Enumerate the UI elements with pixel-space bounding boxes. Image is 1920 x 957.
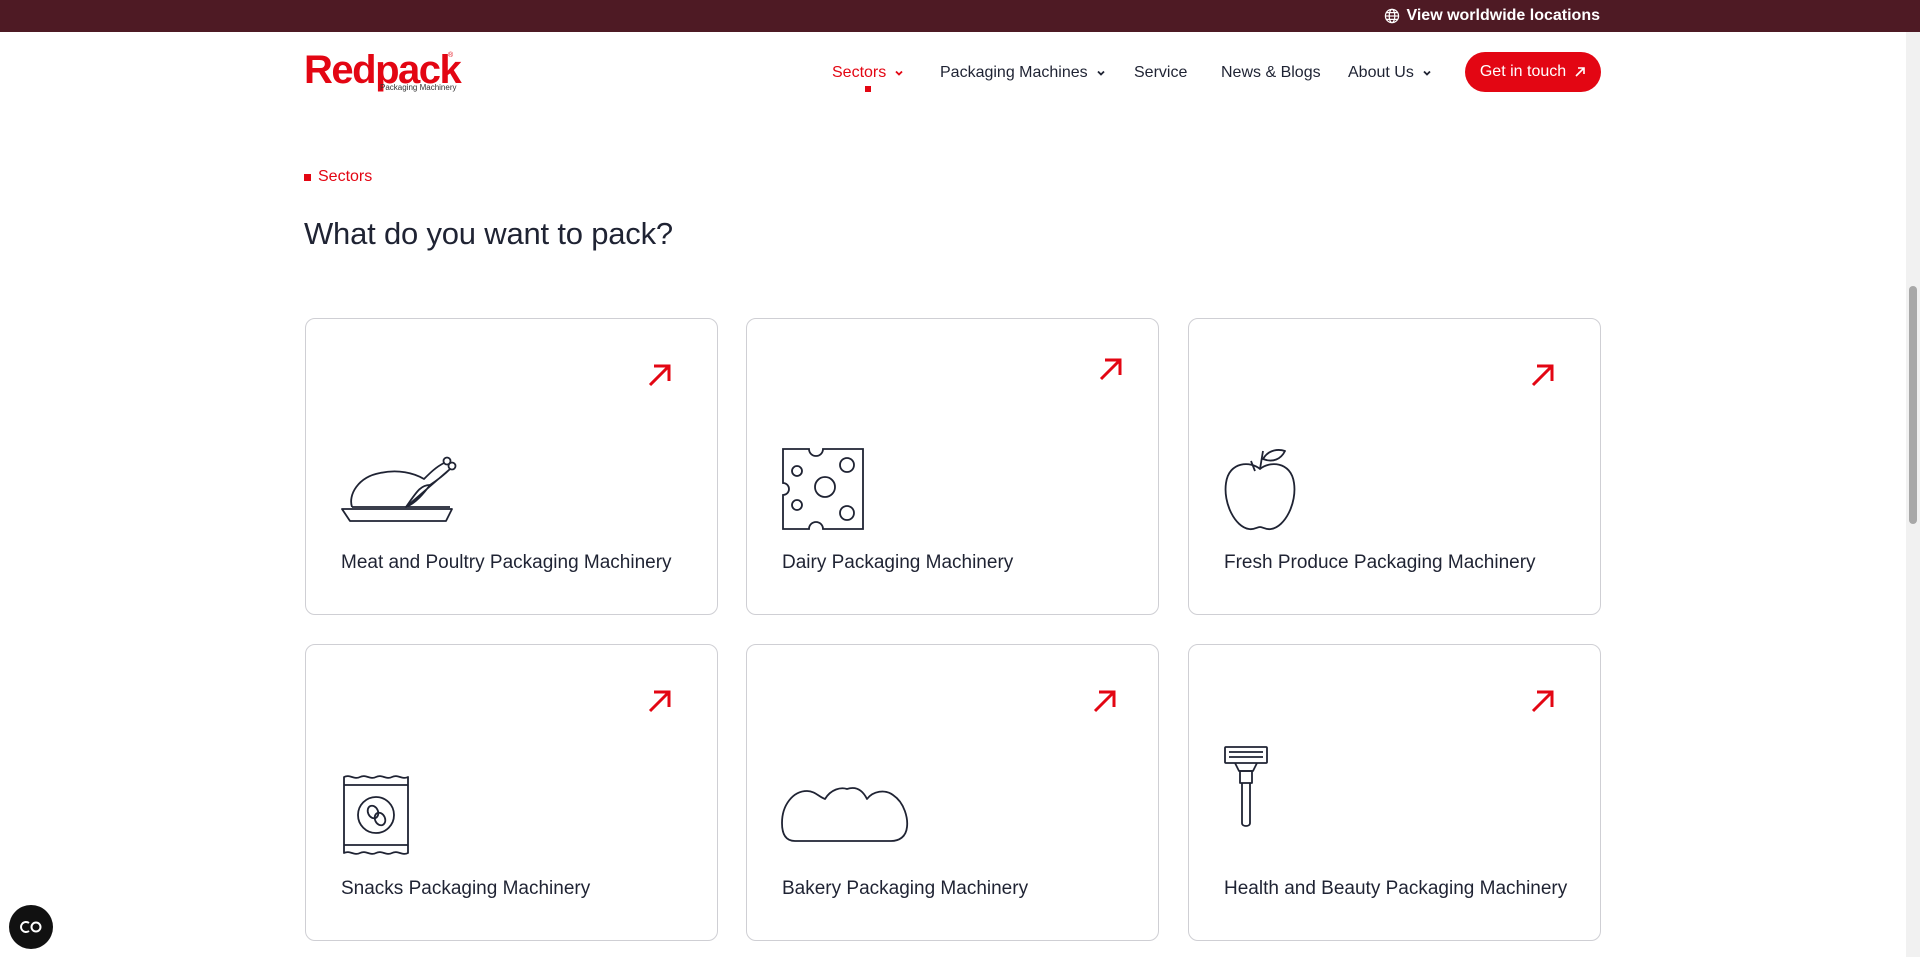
razor-icon [1224, 746, 1268, 827]
sector-card-dairy[interactable]: Dairy Packaging Machinery [746, 318, 1159, 615]
chevron-down-icon [1423, 70, 1431, 76]
sector-card-title: Meat and Poultry Packaging Machinery [341, 552, 672, 573]
arrow-up-right-icon [1531, 364, 1554, 387]
bread-icon [781, 787, 909, 842]
sector-card-title: Health and Beauty Packaging Machinery [1224, 878, 1568, 899]
nav-item-service-label: Service [1134, 64, 1188, 81]
sector-card-fresh-produce[interactable]: Fresh Produce Packaging Machinery [1188, 318, 1601, 615]
nav-item-packaging-machines[interactable]: Packaging Machines [940, 53, 1106, 93]
arrow-up-right-icon [1531, 690, 1554, 713]
arrow-up-right-icon [1093, 690, 1116, 713]
section-eyebrow: Sectors [304, 168, 372, 186]
nav-item-packaging-machines-label: Packaging Machines [940, 64, 1088, 81]
sector-card-health-beauty[interactable]: Health and Beauty Packaging Machinery [1188, 644, 1601, 941]
arrow-up-right-icon [1575, 67, 1585, 77]
page-heading: What do you want to pack? [304, 216, 673, 251]
main-nav: Sectors Packaging Machines Service News … [0, 53, 1920, 93]
nav-active-indicator [865, 86, 871, 92]
sector-card-snacks[interactable]: Snacks Packaging Machinery [305, 644, 718, 941]
arrow-up-right-icon [648, 690, 671, 713]
nav-item-news-blogs[interactable]: News & Blogs [1221, 53, 1321, 93]
cheese-icon [782, 448, 864, 530]
apple-icon [1224, 449, 1296, 531]
cookie-consent-icon [20, 921, 42, 933]
cookie-settings-button[interactable] [9, 905, 53, 949]
sector-card-title: Fresh Produce Packaging Machinery [1224, 552, 1536, 573]
chevron-down-icon [1097, 70, 1105, 76]
get-in-touch-label: Get in touch [1479, 63, 1567, 80]
poultry-icon [341, 456, 457, 522]
sector-card-title: Bakery Packaging Machinery [782, 878, 1029, 899]
scrollbar-track[interactable] [1906, 32, 1920, 957]
nav-item-about-us-label: About Us [1348, 64, 1414, 81]
eyebrow-marker [304, 173, 311, 181]
nav-item-news-blogs-label: News & Blogs [1221, 64, 1321, 81]
snack-bag-icon [343, 775, 409, 855]
eyebrow-label: Sectors [318, 168, 373, 185]
sector-card-title: Dairy Packaging Machinery [782, 552, 1014, 573]
worldwide-locations-label: View worldwide locations [1406, 7, 1600, 24]
chevron-down-icon [895, 70, 903, 76]
scrollbar-thumb[interactable] [1909, 286, 1917, 524]
nav-item-sectors-label: Sectors [832, 64, 887, 81]
nav-item-service[interactable]: Service [1134, 53, 1187, 93]
get-in-touch-button[interactable]: Get in touch [1465, 52, 1601, 92]
nav-item-about-us[interactable]: About Us [1348, 53, 1432, 93]
arrow-up-right-icon [1099, 358, 1122, 381]
sector-card-meat-poultry[interactable]: Meat and Poultry Packaging Machinery [305, 318, 718, 615]
worldwide-locations-link[interactable]: View worldwide locations [1384, 0, 1600, 32]
globe-icon [1385, 8, 1400, 24]
sector-card-title: Snacks Packaging Machinery [341, 878, 591, 899]
arrow-up-right-icon [648, 364, 671, 387]
sector-card-bakery[interactable]: Bakery Packaging Machinery [746, 644, 1159, 941]
top-bar: View worldwide locations [0, 0, 1920, 32]
